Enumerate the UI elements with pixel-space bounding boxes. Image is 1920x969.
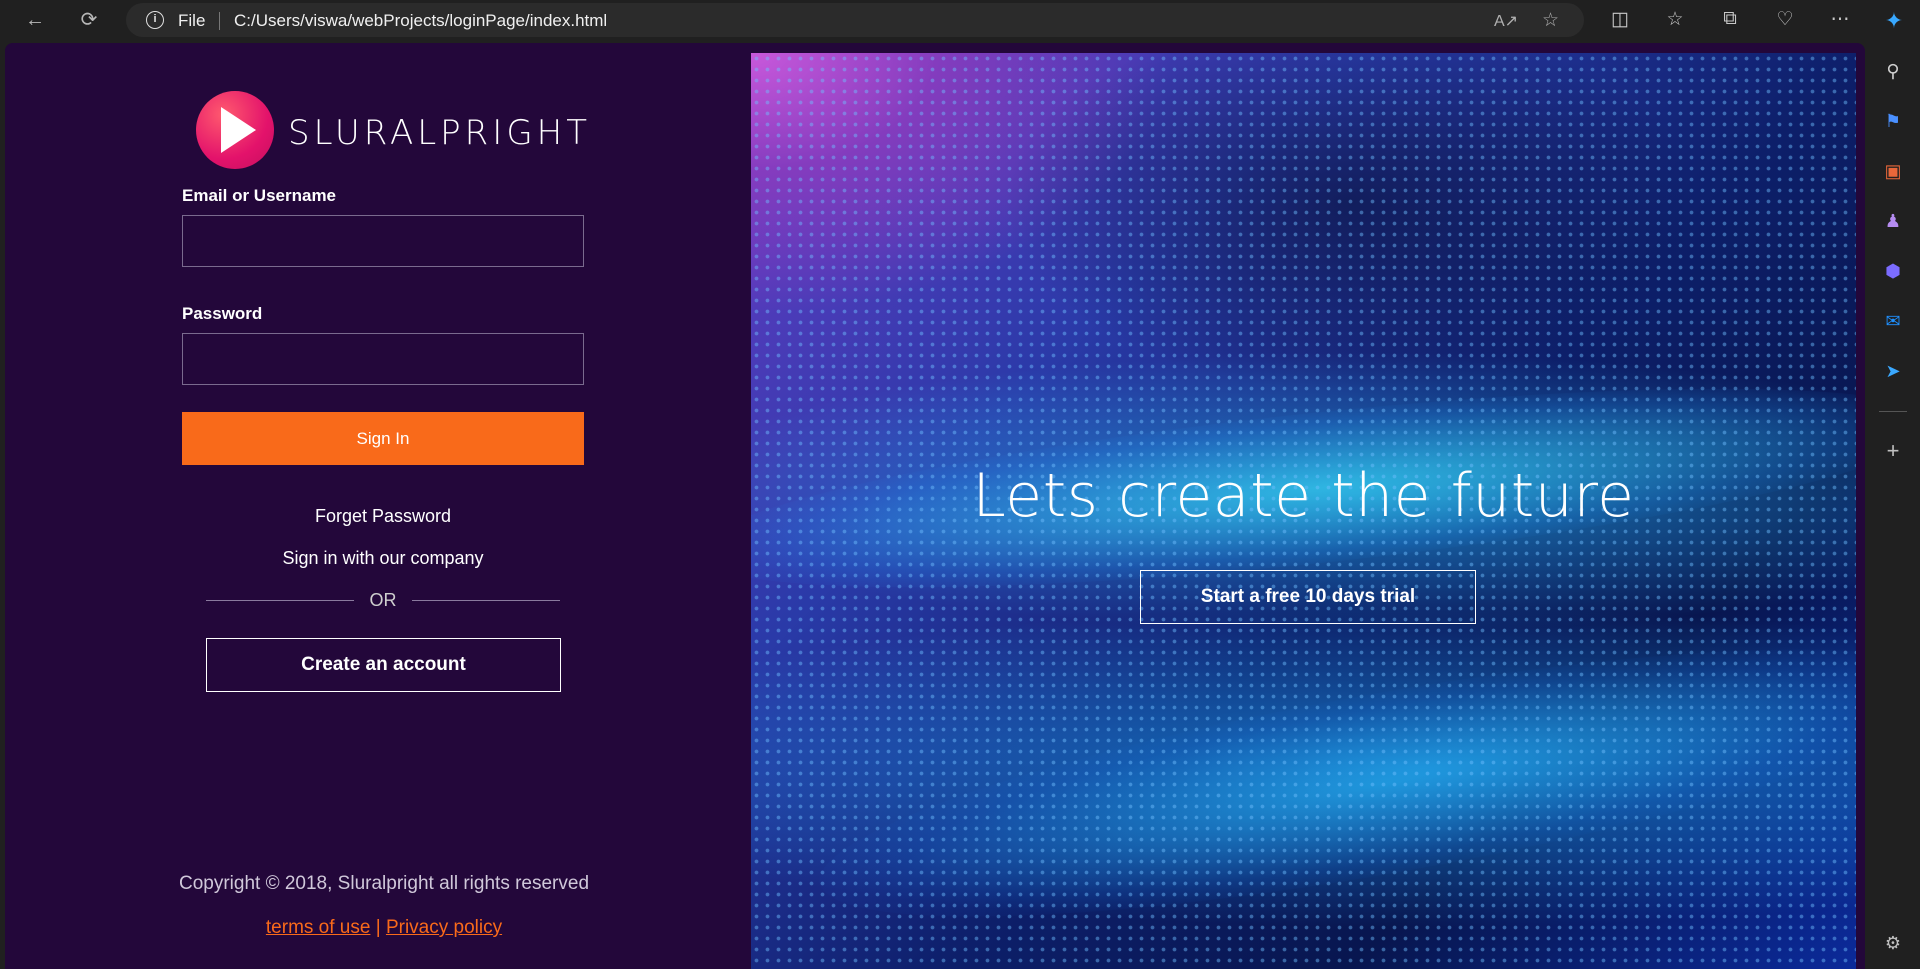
logo-circle — [196, 91, 274, 169]
or-divider-right — [412, 600, 560, 601]
office-icon[interactable]: ⬢ — [1881, 259, 1905, 283]
forget-password-link[interactable]: Forget Password — [182, 506, 584, 527]
browser-toolbar: ← ⟳ i File C:/Users/viswa/webProjects/lo… — [0, 0, 1920, 41]
file-label: File — [178, 11, 206, 30]
page: SLURALPRIGHT Email or Username Password … — [5, 43, 1865, 969]
outlook-icon[interactable]: ✉ — [1881, 309, 1905, 333]
health-icon[interactable]: ♡ — [1771, 8, 1799, 31]
password-label: Password — [182, 304, 263, 323]
sign-in-button[interactable]: Sign In — [182, 412, 584, 465]
email-field[interactable] — [182, 215, 584, 267]
refresh-icon[interactable]: ⟳ — [73, 6, 105, 34]
play-icon — [221, 107, 256, 153]
create-account-button[interactable]: Create an account — [206, 638, 561, 692]
footer-links: terms of use | Privacy policy — [105, 917, 663, 939]
terms-link[interactable]: terms of use — [266, 917, 371, 938]
more-icon[interactable]: ⋯ — [1826, 8, 1854, 31]
search-icon[interactable]: ⚲ — [1881, 59, 1905, 83]
collections-icon[interactable]: ⧉ — [1716, 8, 1744, 30]
games-icon[interactable]: ♟ — [1881, 209, 1905, 233]
address-separator — [219, 12, 220, 30]
footer-separator: | — [375, 917, 381, 938]
address-bar[interactable]: i File C:/Users/viswa/webProjects/loginP… — [126, 3, 1584, 37]
back-icon[interactable]: ← — [19, 6, 51, 34]
brand-name: SLURALPRIGHT — [288, 113, 591, 153]
read-aloud-icon[interactable]: A↗ — [1494, 11, 1518, 31]
hero-panel: Lets create the future Start a free 10 d… — [751, 53, 1856, 969]
info-icon[interactable]: i — [146, 11, 164, 29]
favorites-icon[interactable]: ☆ — [1661, 8, 1689, 31]
free-trial-button[interactable]: Start a free 10 days trial — [1140, 570, 1476, 624]
copyright-text: Copyright © 2018, Sluralpright all right… — [178, 873, 590, 894]
edge-sidebar: ⚲ ⚑ ▣ ♟ ⬢ ✉ ➤ + ⚙ — [1866, 41, 1920, 969]
sidebar-divider — [1879, 411, 1907, 412]
split-screen-icon[interactable]: ◫ — [1606, 8, 1634, 31]
privacy-link[interactable]: Privacy policy — [386, 917, 502, 938]
favorite-star-icon[interactable]: ☆ — [1542, 9, 1559, 32]
settings-icon[interactable]: ⚙ — [1881, 931, 1905, 955]
tag-icon[interactable]: ⚑ — [1881, 109, 1905, 133]
email-label: Email or Username — [182, 186, 337, 205]
add-icon[interactable]: + — [1881, 439, 1905, 463]
briefcase-icon[interactable]: ▣ — [1881, 159, 1905, 183]
url-text[interactable]: C:/Users/viswa/webProjects/loginPage/ind… — [234, 11, 607, 31]
login-panel: SLURALPRIGHT Email or Username Password … — [5, 43, 751, 969]
copilot-icon[interactable]: ✦ — [1880, 8, 1908, 34]
password-field[interactable] — [182, 333, 584, 385]
company-signin-link[interactable]: Sign in with our company — [182, 548, 584, 569]
send-icon[interactable]: ➤ — [1881, 359, 1905, 383]
hero-title: Lets create the future — [972, 461, 1635, 531]
